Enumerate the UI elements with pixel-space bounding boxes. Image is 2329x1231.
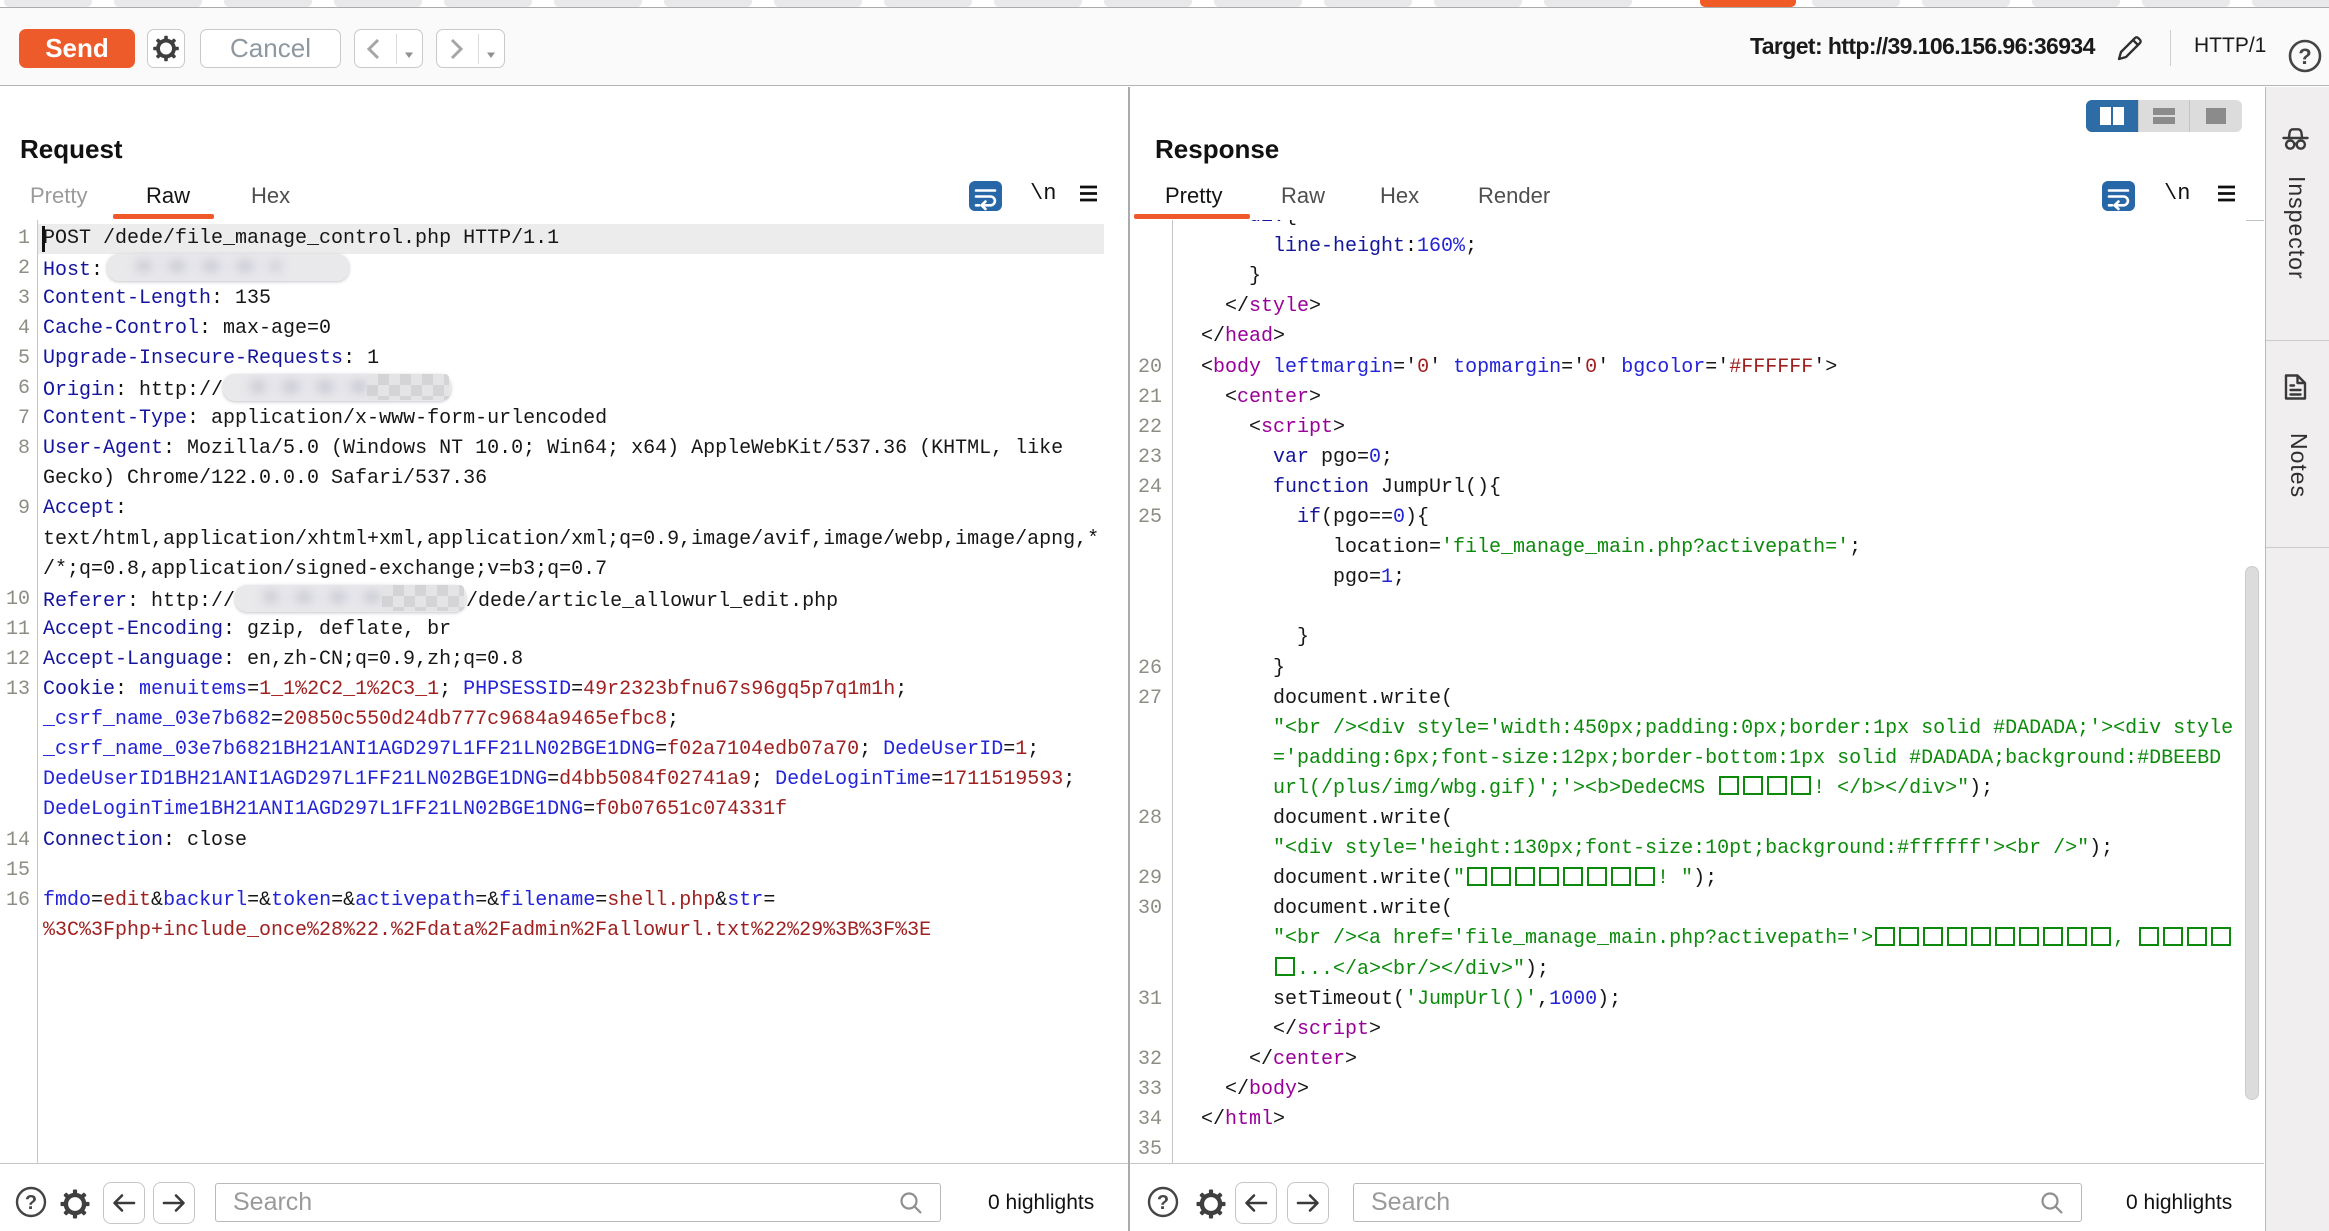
svg-text:?: ? (2298, 44, 2311, 69)
svg-text:?: ? (25, 1192, 37, 1214)
svg-text:?: ? (1157, 1192, 1169, 1214)
